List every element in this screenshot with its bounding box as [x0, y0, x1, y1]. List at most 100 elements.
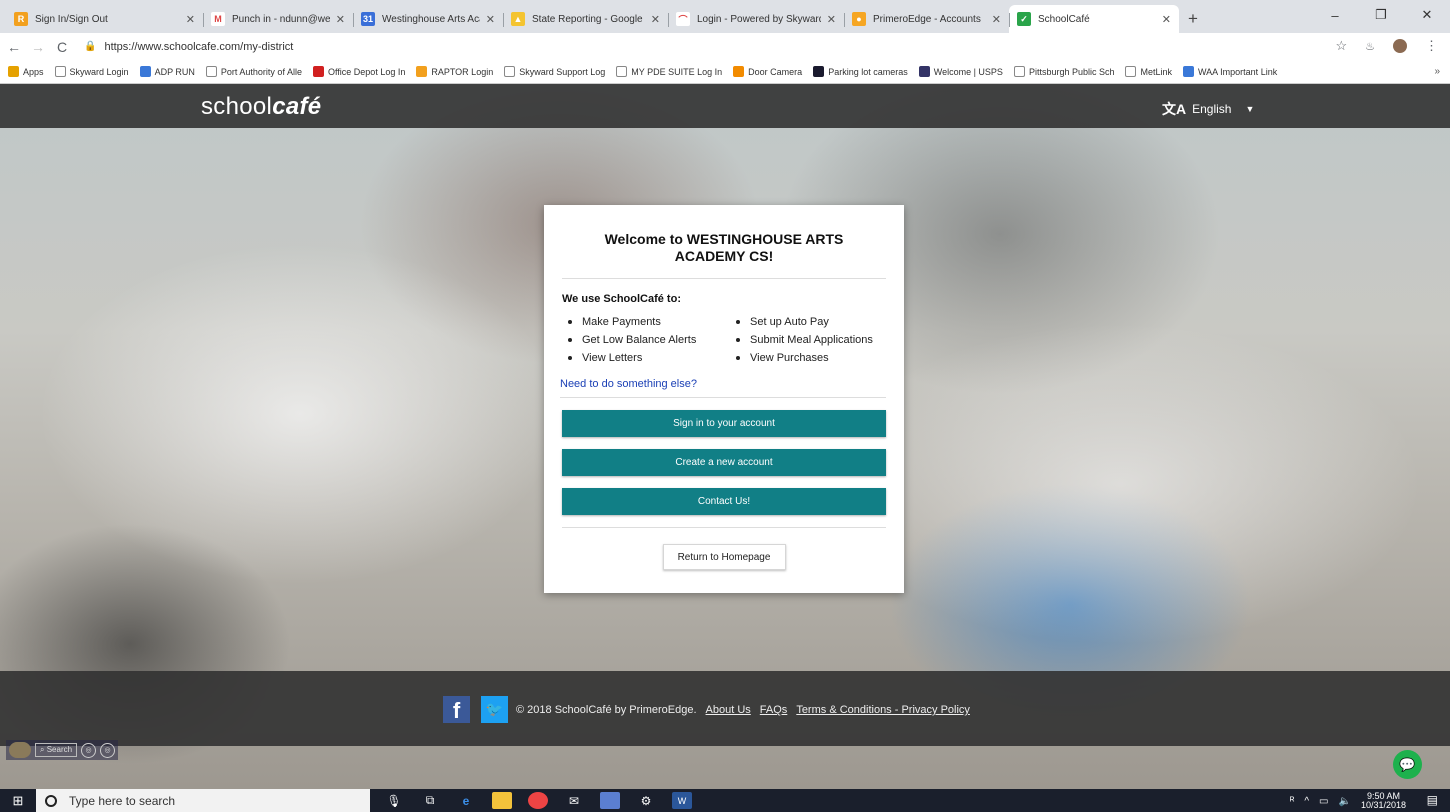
back-icon[interactable]: ← [4, 39, 24, 55]
welcome-card: Welcome to WESTINGHOUSE ARTS ACADEMY CS! … [544, 205, 904, 593]
copyright-text: © 2018 SchoolCafé by PrimeroEdge. [516, 704, 697, 716]
feature-list: Make Payments Set up Auto Pay Get Low Ba… [562, 316, 886, 364]
schoolcafe-logo[interactable]: schoolcafé [201, 93, 321, 121]
chrome-icon[interactable] [528, 792, 548, 809]
browser-tab[interactable]: ⌒ Login - Powered by Skyward ✕ [668, 5, 844, 33]
task-view-icon[interactable]: ⧉ [420, 792, 440, 809]
tab-close-icon[interactable]: ✕ [336, 13, 345, 26]
tab-close-icon[interactable]: ✕ [651, 13, 660, 26]
clock[interactable]: 9:50 AM 10/31/2018 [1361, 792, 1406, 810]
minimize-icon[interactable]: – [1312, 0, 1358, 30]
facebook-icon[interactable]: f [443, 696, 470, 723]
bookmark-item[interactable]: RAPTOR Login [416, 66, 493, 77]
bookmark-label: Pittsburgh Public Sch [1028, 66, 1115, 77]
browser-tab[interactable]: M Punch in - ndunn@westinghouse ✕ [203, 5, 353, 33]
forward-icon[interactable]: → [28, 39, 48, 55]
tab-label: Westinghouse Arts Academy Cha [382, 13, 480, 25]
tab-close-icon[interactable]: ✕ [486, 13, 495, 26]
bookmark-item[interactable]: Skyward Support Log [504, 66, 605, 77]
bookmark-label: RAPTOR Login [431, 66, 494, 77]
chat-icon[interactable]: 💬 [1393, 750, 1422, 779]
bookmark-favicon-icon [205, 66, 217, 77]
bookmark-label: Office Depot Log In [327, 66, 406, 77]
people-icon[interactable]: ᴿ [1290, 796, 1295, 807]
bookmark-item[interactable]: MY PDE SUITE Log In [616, 66, 722, 77]
tab-close-icon[interactable]: ✕ [827, 13, 836, 26]
accessibility-search[interactable]: ⌕ Search [35, 743, 78, 757]
browser-tab-strip: R Sign In/Sign Out ✕ M Punch in - ndunn@west… [0, 0, 1450, 33]
caret-down-icon: ▼ [1245, 104, 1255, 114]
tab-label: Punch in - ndunn@westinghouse [232, 13, 330, 25]
return-homepage-button[interactable]: Return to Homepage [662, 544, 786, 570]
bookmark-favicon-icon [1013, 66, 1025, 77]
browser-tab[interactable]: 31 Westinghouse Arts Academy Cha ✕ [353, 5, 503, 33]
windows-start-icon[interactable]: ⊞ [0, 793, 36, 809]
accessibility-logo-icon[interactable] [9, 742, 31, 758]
bookmark-label: ADP RUN [154, 66, 195, 77]
bookmark-favicon-icon [139, 66, 151, 77]
close-window-icon[interactable]: ✕ [1404, 0, 1450, 30]
app-icon[interactable]: ⚙ [636, 792, 656, 809]
something-else-link[interactable]: Need to do something else? [560, 378, 886, 398]
new-tab-button[interactable]: + [1179, 5, 1207, 33]
bookmark-item[interactable]: Skyward Login [54, 66, 129, 77]
about-us-link[interactable]: About Us [706, 704, 751, 716]
browser-tab[interactable]: ✓ SchoolCafé ✕ [1009, 5, 1179, 33]
bookmark-favicon-icon [918, 66, 930, 77]
accessibility-option-icon[interactable]: ◎ [81, 742, 97, 758]
faqs-link[interactable]: FAQs [760, 704, 788, 716]
restore-icon[interactable]: ❐ [1358, 0, 1404, 30]
taskbar-search-box[interactable]: Type here to search [36, 789, 370, 812]
reload-icon[interactable]: C [52, 39, 72, 55]
tab-close-icon[interactable]: ✕ [992, 13, 1001, 26]
bookmark-item[interactable]: Parking lot cameras [813, 66, 908, 77]
bookmark-favicon-icon [416, 66, 428, 77]
extension-icon[interactable]: ♨ [1365, 40, 1375, 53]
notification-icon[interactable]: ▤ [1427, 793, 1438, 807]
bookmark-star-icon[interactable]: ☆ [1335, 38, 1347, 54]
mail-icon[interactable]: ✉ [564, 792, 584, 809]
bookmark-label: WAA Important Link [1198, 66, 1278, 77]
schoolcafe-icon: ✓ [1017, 12, 1031, 26]
bookmark-item[interactable]: Port Authority of Alle [205, 66, 302, 77]
terms-privacy-link[interactable]: Terms & Conditions - Privacy Policy [796, 704, 970, 716]
sign-in-button[interactable]: Sign in to your account [562, 410, 886, 437]
bookmark-item[interactable]: WAA Important Link [1183, 66, 1277, 77]
file-explorer-icon[interactable] [492, 792, 512, 809]
network-icon[interactable]: ▭ [1319, 796, 1328, 807]
bookmark-label: Skyward Support Log [519, 66, 606, 77]
bookmark-item[interactable]: Office Depot Log In [312, 66, 406, 77]
app-icon[interactable] [600, 792, 620, 809]
address-bar[interactable]: 🔒 https://www.schoolcafe.com/my-district [84, 36, 1364, 58]
contact-us-button[interactable]: Contact Us! [562, 488, 886, 515]
bookmark-item[interactable]: ADP RUN [139, 66, 195, 77]
browser-tab[interactable]: ▲ State Reporting - Google Drive ✕ [503, 5, 668, 33]
tray-chevron-icon[interactable]: ^ [1304, 796, 1309, 807]
bookmark-item[interactable]: Welcome | USPS [918, 66, 1003, 77]
volume-icon[interactable]: 🔈 [1339, 796, 1351, 807]
bookmark-label: Apps [23, 66, 44, 77]
bookmark-item[interactable]: Apps [8, 66, 44, 77]
bookmark-item[interactable]: Pittsburgh Public Sch [1013, 66, 1115, 77]
language-selector[interactable]: 文A English ▼ [1162, 99, 1254, 119]
menu-kebab-icon[interactable]: ⋮ [1425, 38, 1438, 54]
accessibility-option-icon[interactable]: ◎ [100, 742, 116, 758]
edge-icon[interactable]: e [456, 792, 476, 809]
browser-toolbar: ← → C 🔒 https://www.schoolcafe.com/my-di… [0, 33, 1450, 60]
create-account-button[interactable]: Create a new account [562, 449, 886, 476]
bookmark-item[interactable]: Door Camera [733, 66, 802, 77]
browser-tab[interactable]: ● PrimeroEdge - Accounts ✕ [844, 5, 1009, 33]
word-icon[interactable]: W [672, 792, 692, 809]
browser-tab[interactable]: R Sign In/Sign Out ✕ [6, 5, 203, 33]
tab-label: PrimeroEdge - Accounts [873, 13, 981, 25]
profile-avatar[interactable] [1393, 39, 1407, 53]
feature-item: Submit Meal Applications [736, 334, 886, 346]
tab-label: SchoolCafé [1038, 13, 1090, 25]
bookmarks-overflow-icon[interactable]: » [1434, 66, 1440, 77]
tab-close-icon[interactable]: ✕ [1162, 13, 1171, 26]
feature-item: Set up Auto Pay [736, 316, 886, 328]
twitter-icon[interactable]: 🐦 [481, 696, 508, 723]
tab-close-icon[interactable]: ✕ [186, 13, 195, 26]
microphone-icon[interactable]: 🎙 [384, 792, 404, 809]
bookmark-item[interactable]: MetLink [1125, 66, 1172, 77]
